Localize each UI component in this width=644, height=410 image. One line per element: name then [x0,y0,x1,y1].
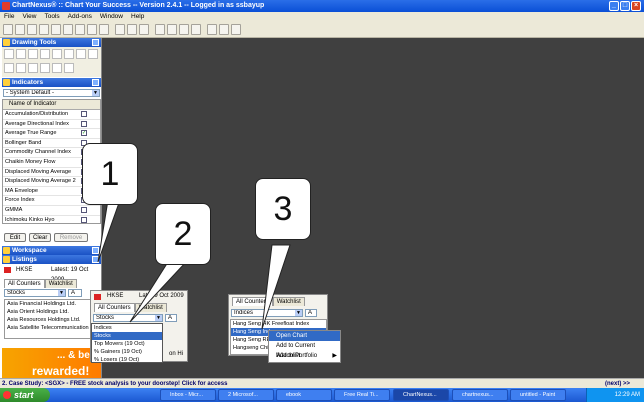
taskbar-button[interactable]: Free Real Ti... [334,389,390,401]
callout-3: 3 [255,178,311,240]
taskbar-button[interactable]: 2 Microsof... [218,389,274,401]
start-button[interactable]: start [0,388,50,402]
taskbar-button[interactable]: ChartNexus... [393,389,449,401]
taskbar-button[interactable]: ebook [276,389,332,401]
taskbar-button[interactable]: chartnexus... [452,389,508,401]
taskbar-button[interactable]: untitled - Paint [510,389,566,401]
taskbar-button[interactable]: Inbox - Micr... [160,389,216,401]
callout-2: 2 [155,203,211,265]
windows-logo-icon [3,391,11,399]
callout-pointers [97,199,291,330]
page-margin [0,402,644,410]
callout-1: 1 [82,143,138,205]
clock: 12:29 AM [614,392,640,398]
taskbar: start Inbox - Micr... 2 Microsof... ebook F… [0,388,644,402]
system-tray: 12:29 AM [586,388,644,402]
start-label: start [14,390,34,400]
app-window: ChartNexus® :: Chart Your Success -- Ver… [0,0,644,402]
